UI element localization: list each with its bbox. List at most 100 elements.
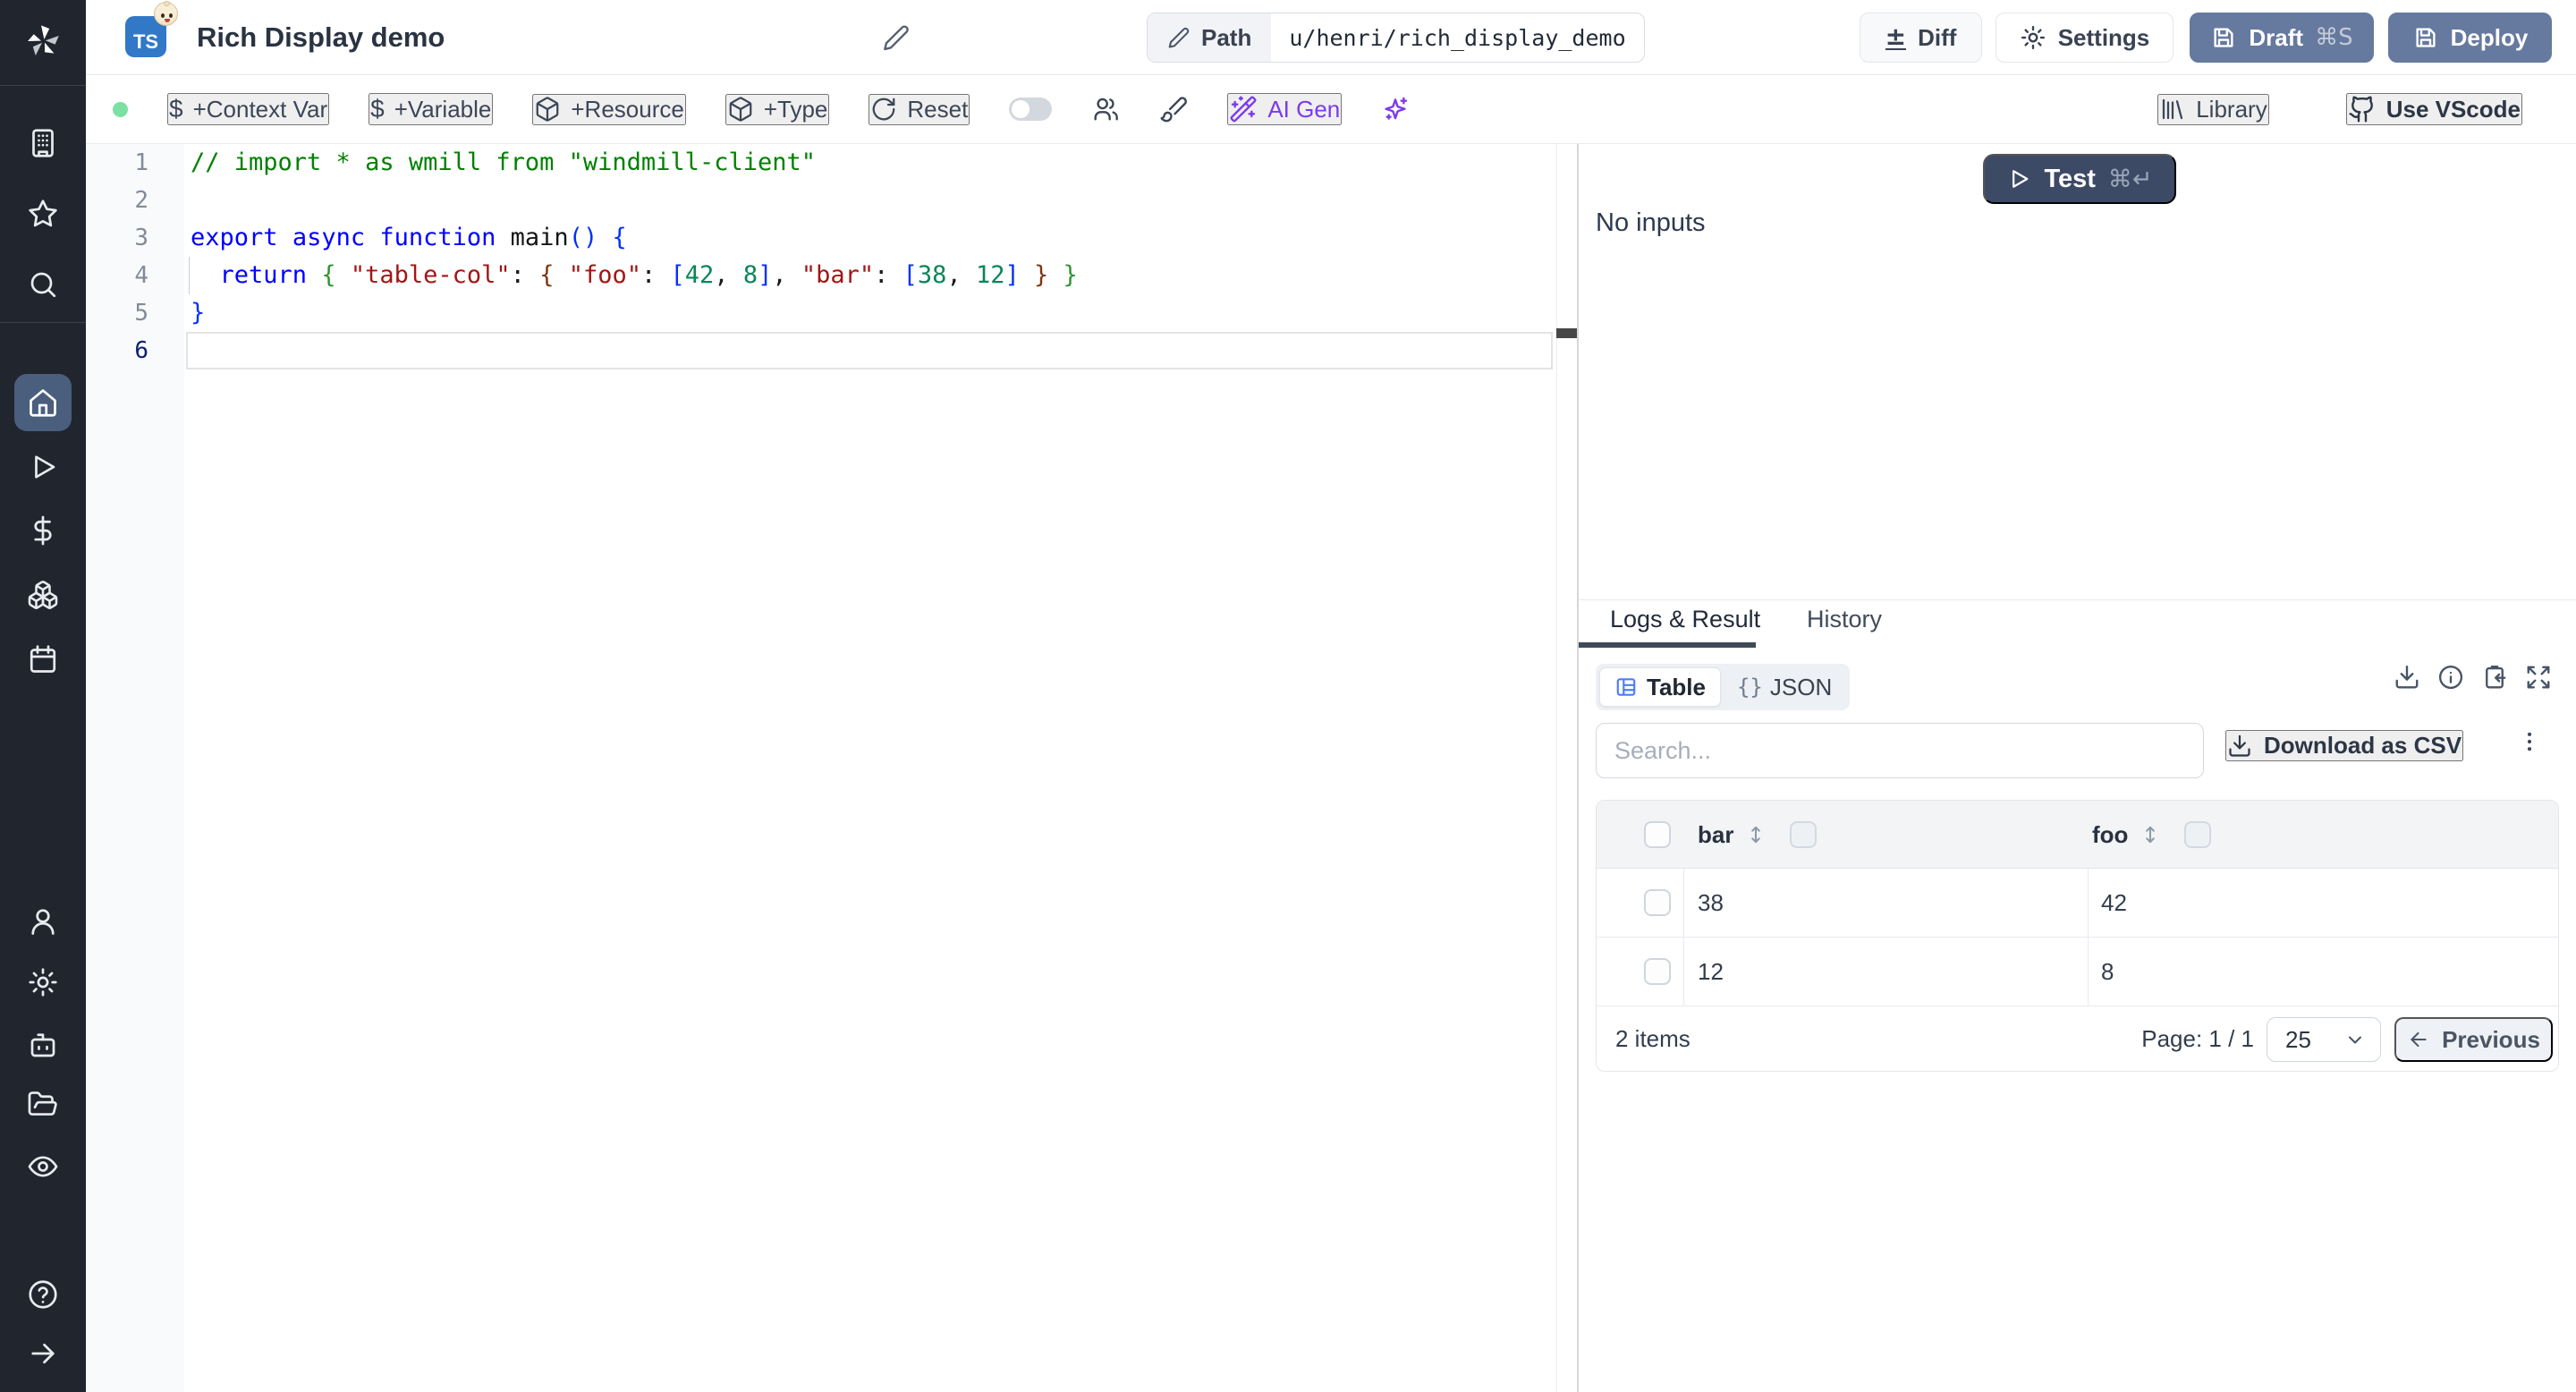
star-icon	[27, 198, 59, 230]
view-json-button[interactable]: {} JSON	[1723, 674, 1846, 701]
line-number: 1	[134, 149, 148, 176]
row-checkbox[interactable]	[1644, 889, 1671, 916]
add-type-button[interactable]: +Type	[724, 93, 830, 125]
reset-button[interactable]: Reset	[869, 93, 970, 125]
select-all-checkbox[interactable]	[1644, 821, 1671, 848]
column-toggle-bar[interactable]	[1790, 821, 1817, 848]
vscode-cat-icon	[2348, 95, 2377, 123]
package-icon	[534, 96, 561, 123]
expand-icon[interactable]	[2525, 664, 2552, 691]
info-icon[interactable]	[2437, 664, 2464, 691]
previous-page-button[interactable]: Previous	[2394, 1017, 2553, 1062]
eye-icon	[27, 1150, 59, 1183]
sidebar-item-settings[interactable]	[0, 966, 86, 998]
sidebar-item-search[interactable]	[0, 268, 86, 301]
table-row[interactable]: 38 42	[1597, 869, 2558, 938]
deploy-button[interactable]: Deploy	[2388, 13, 2552, 63]
sidebar-item-help[interactable]	[0, 1278, 86, 1311]
save-icon	[2412, 24, 2439, 51]
help-circle-icon	[27, 1278, 59, 1311]
test-button[interactable]: Test ⌘↵	[1983, 154, 2176, 204]
sidebar-item-audit-logs[interactable]	[0, 1150, 86, 1183]
save-icon	[2210, 24, 2237, 51]
sidebar-item-expand[interactable]	[0, 1337, 86, 1370]
building-icon	[27, 127, 59, 159]
code-line[interactable]: return { "table-col": { "foo": [42, 8], …	[191, 257, 1078, 294]
settings-button[interactable]: Settings	[1996, 13, 2174, 63]
editor-toolbar: $ +Context Var $ +Variable +Resource +Type…	[86, 75, 2576, 144]
sidebar-item-favorites[interactable]	[0, 198, 86, 230]
more-options-kebab-icon[interactable]	[2517, 729, 2542, 754]
rotate-icon	[870, 96, 897, 123]
use-vscode-button[interactable]: Use VScode	[2345, 93, 2522, 125]
dollar-icon	[27, 514, 59, 547]
add-context-var-button[interactable]: $ +Context Var	[167, 93, 330, 125]
download-icon	[2227, 734, 2252, 759]
download-csv-button[interactable]: Download as CSV	[2225, 730, 2464, 761]
sort-icon[interactable]	[1744, 823, 1767, 846]
download-result-icon[interactable]	[2394, 664, 2420, 691]
column-header-bar[interactable]: bar	[1698, 801, 1733, 869]
code-line[interactable]: // import * as wmill from "windmill-clie…	[191, 144, 816, 182]
sparkles-icon[interactable]	[1381, 95, 1410, 123]
edit-title-pencil-icon[interactable]	[882, 23, 911, 52]
result-table: bar foo 38 42 12 8 2 items Page: 1 / 1 25 P…	[1596, 800, 2559, 1072]
sidebar-item-runs[interactable]	[0, 451, 86, 483]
line-number: 5	[134, 300, 148, 327]
magic-wand-icon	[1229, 95, 1258, 123]
copy-to-clipboard-icon[interactable]	[2481, 664, 2508, 691]
sidebar-item-schedules[interactable]	[0, 643, 86, 675]
sidebar-item-home[interactable]	[14, 374, 72, 431]
sidebar-item-resources[interactable]	[0, 579, 86, 611]
draft-button[interactable]: Draft ⌘S	[2190, 13, 2374, 63]
home-icon	[27, 386, 59, 419]
result-search-input[interactable]	[1596, 723, 2204, 778]
users-icon[interactable]	[1091, 95, 1120, 123]
path-value[interactable]: u/henri/rich_display_demo	[1271, 13, 1643, 62]
add-resource-button[interactable]: +Resource	[532, 93, 686, 125]
sidebar-item-variables[interactable]	[0, 514, 86, 547]
column-toggle-foo[interactable]	[2184, 821, 2211, 848]
sidebar-item-folders[interactable]	[0, 1088, 86, 1120]
tab-logs-result[interactable]: Logs & Result	[1610, 606, 1760, 633]
current-line-highlight	[186, 332, 1553, 369]
page-title: Rich Display demo	[197, 21, 445, 53]
status-dot	[113, 101, 128, 117]
calendar-icon	[27, 643, 59, 675]
windmill-script-editor: TS Rich Display demo Path u/henri/rich_d…	[0, 0, 2576, 1392]
table-row[interactable]: 12 8	[1597, 938, 2558, 1006]
folder-open-icon	[27, 1088, 59, 1120]
windmill-logo-icon[interactable]	[0, 20, 86, 63]
sidebar-item-workers[interactable]	[0, 1029, 86, 1061]
path-chip[interactable]: Path u/henri/rich_display_demo	[1147, 13, 1645, 63]
column-divider	[1683, 938, 1684, 1006]
diff-mode-toggle[interactable]	[1009, 98, 1053, 121]
run-result-panel: Test ⌘↵ No inputs Logs & Result History …	[1579, 144, 2576, 1392]
format-brush-icon[interactable]	[1159, 95, 1188, 123]
plus-minus-icon: ±	[1885, 21, 1907, 51]
result-view-toggle: Table {} JSON	[1596, 664, 1851, 710]
search-icon	[27, 268, 59, 301]
page-size-select[interactable]: 25	[2267, 1017, 2381, 1062]
sidebar-item-users[interactable]	[0, 905, 86, 938]
view-table-button[interactable]: Table	[1599, 667, 1721, 707]
boxes-icon	[27, 579, 59, 611]
play-icon	[27, 451, 59, 483]
ai-gen-button[interactable]: AI Gen	[1227, 93, 1343, 125]
indent-guide	[189, 257, 190, 294]
column-header-foo[interactable]: foo	[2092, 801, 2128, 869]
code-line[interactable]: export async function main() {	[191, 219, 627, 257]
code-line[interactable]: }	[191, 294, 205, 332]
tab-history[interactable]: History	[1807, 606, 1882, 633]
add-variable-button[interactable]: $ +Variable	[369, 93, 494, 125]
dollar-icon: $	[370, 95, 385, 123]
diff-button[interactable]: ± Diff	[1860, 13, 1982, 63]
library-button[interactable]: Library	[2157, 93, 2269, 125]
sidebar-divider	[0, 322, 86, 323]
table-cell: 8	[2101, 958, 2114, 985]
code-editor[interactable]: // import * as wmill from "windmill-clie…	[184, 144, 1556, 1392]
sidebar-item-workspace[interactable]	[0, 127, 86, 159]
sort-icon[interactable]	[2139, 823, 2162, 846]
arrow-right-icon	[27, 1337, 59, 1370]
row-checkbox[interactable]	[1644, 958, 1671, 985]
